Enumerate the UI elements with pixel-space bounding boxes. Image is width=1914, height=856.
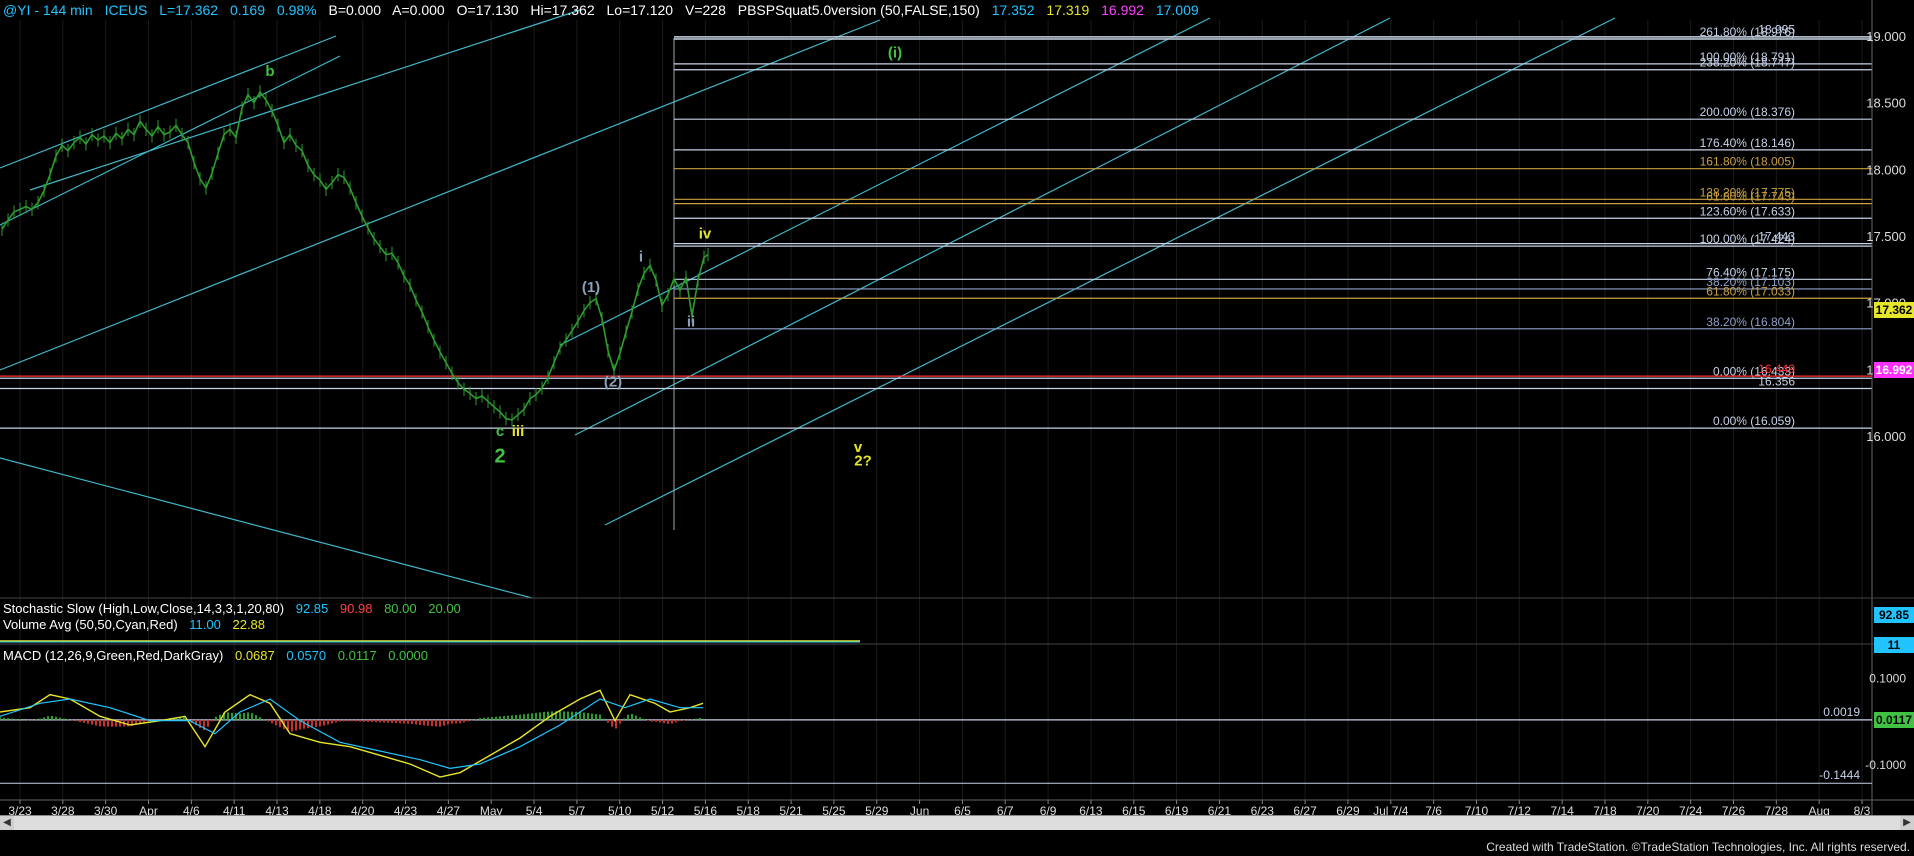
exchange-label: ICEUS — [104, 2, 148, 18]
channel-line — [604, 17, 1616, 526]
channel-line — [29, 9, 581, 191]
fib-level-label: 161.80% (18.005) — [1700, 155, 1795, 169]
axes: 19.00018.50018.00017.50017.00016.50016.0… — [0, 0, 1914, 820]
study-v3: 16.992 — [1101, 2, 1144, 18]
wave-label: c — [496, 423, 504, 440]
macd-tick-label: 0.1000 — [1869, 671, 1906, 685]
fib-level-label: 18.995 — [1758, 23, 1795, 37]
channel-line — [574, 17, 1391, 436]
wave-label: (2) — [604, 374, 622, 391]
wave-labels: bc2iii(1)(2)iiiiv(i)v2? — [265, 44, 902, 469]
fib-level-label: 17.443 — [1758, 230, 1795, 244]
lower-panes: 0.0019 -0.1444 0.1000 -0.1000 — [0, 597, 1914, 784]
wave-label: 2? — [854, 452, 872, 469]
fib-level-label: 38.20% (16.804) — [1706, 315, 1795, 329]
symbol-label: @YI - 144 min — [3, 2, 93, 18]
price-tick-label: 17.500 — [1866, 229, 1906, 244]
channel-line — [0, 457, 533, 599]
grid-lines — [19, 20, 1863, 804]
wave-label: iii — [512, 423, 525, 440]
wave-label: ii — [687, 314, 695, 331]
bid: B=0.000 — [328, 2, 382, 18]
fib-level-label: 238.20% (18.747) — [1700, 56, 1795, 70]
fib-level-label: 16.356 — [1758, 375, 1795, 389]
low: Lo=17.120 — [606, 2, 674, 18]
pct-change: 0.98% — [276, 2, 317, 18]
macd-tick-label: -0.1000 — [1865, 758, 1906, 772]
macd-v1: 0.0687 — [234, 648, 275, 663]
wave-label: (i) — [888, 44, 902, 61]
stoch-header: Stochastic Slow (High,Low,Close,14,3,3,1… — [3, 601, 469, 616]
price-tick-label: 16.000 — [1866, 429, 1906, 444]
macd-header: MACD (12,26,9,Green,Red,DarkGray) 0.0687… — [3, 648, 436, 663]
channel-line — [0, 55, 341, 226]
volume-value-box: 11 — [1874, 637, 1914, 653]
scroll-left-icon[interactable]: ◀ — [0, 816, 14, 830]
price-tick-label: 18.000 — [1866, 162, 1906, 177]
stoch-v3: 80.00 — [384, 601, 417, 616]
copyright-footer: Created with TradeStation. ©TradeStation… — [1486, 840, 1910, 854]
study-v2: 17.319 — [1046, 2, 1090, 18]
stoch-value-box: 92.85 — [1874, 607, 1914, 623]
volavg-v1: 11.00 — [189, 617, 221, 632]
fibonacci-levels: 261.80% (18.976)18.995100.00% (18.791)23… — [0, 23, 1872, 429]
horizontal-scrollbar[interactable]: ◀ ▶ — [0, 815, 1914, 830]
volavg-header: Volume Avg (50,50,Cyan,Red) 11.00 22.88 — [3, 617, 273, 632]
wave-label: iv — [699, 226, 712, 243]
volavg-label: Volume Avg (50,50,Cyan,Red) — [3, 617, 178, 632]
wave-label: (1) — [582, 279, 600, 296]
last-price: L=17.362 — [159, 2, 219, 18]
volume: V=228 — [684, 2, 726, 18]
channel-line — [0, 35, 337, 169]
study-price-box: 16.992 — [1874, 362, 1914, 378]
stoch-v1: 92.85 — [295, 601, 329, 616]
chart-header: @YI - 144 min ICEUS L=17.362 0.169 0.98%… — [3, 2, 1207, 18]
channel-lines — [0, 9, 1872, 599]
macd-label: MACD (12,26,9,Green,Red,DarkGray) — [3, 648, 224, 663]
fib-level-label: 200.00% (18.376) — [1700, 105, 1795, 119]
macd-v3: 0.0117 — [337, 648, 377, 663]
price-series — [1, 85, 709, 427]
stoch-v4: 20.00 — [428, 601, 461, 616]
stoch-label: Stochastic Slow (High,Low,Close,14,3,3,1… — [3, 601, 285, 616]
wave-label: i — [639, 248, 643, 265]
net-change: 0.169 — [229, 2, 265, 18]
study-v1: 17.352 — [991, 2, 1035, 18]
stoch-v2: 90.98 — [339, 601, 373, 616]
study-v4: 17.009 — [1155, 2, 1199, 18]
macd-value-box: 0.0117 — [1874, 712, 1914, 728]
macd-level-label: -0.1444 — [1819, 768, 1860, 782]
last-price-box: 17.362 — [1874, 302, 1914, 318]
fib-level-label: 176.40% (18.146) — [1700, 136, 1795, 150]
fib-level-label: 123.60% (17.633) — [1700, 204, 1795, 218]
fib-level-label: 61.80% (17.743) — [1706, 190, 1795, 204]
price-tick-label: 18.500 — [1866, 96, 1906, 111]
fib-level-label: 0.00% (16.059) — [1713, 414, 1795, 428]
wave-label: b — [265, 63, 274, 80]
wave-label: 2 — [494, 446, 505, 468]
macd-level-label: 0.0019 — [1823, 705, 1860, 719]
ask: A=0.000 — [392, 2, 445, 18]
open: O=17.130 — [456, 2, 519, 18]
study-label: PBSPSquat5.0version (50,FALSE,150) — [737, 2, 980, 18]
high: Hi=17.362 — [530, 2, 595, 18]
macd-v4: 0.0000 — [388, 648, 428, 663]
fib-level-label: 61.80% (17.033) — [1706, 284, 1795, 298]
price-chart[interactable]: 261.80% (18.976)18.995100.00% (18.791)23… — [0, 0, 1914, 856]
scroll-right-icon[interactable]: ▶ — [1900, 816, 1914, 830]
channel-line — [559, 17, 1211, 346]
macd-v2: 0.0570 — [286, 648, 327, 663]
price-tick-label: 19.000 — [1866, 29, 1906, 44]
price-line — [1, 90, 709, 421]
volavg-v2: 22.88 — [232, 617, 266, 632]
